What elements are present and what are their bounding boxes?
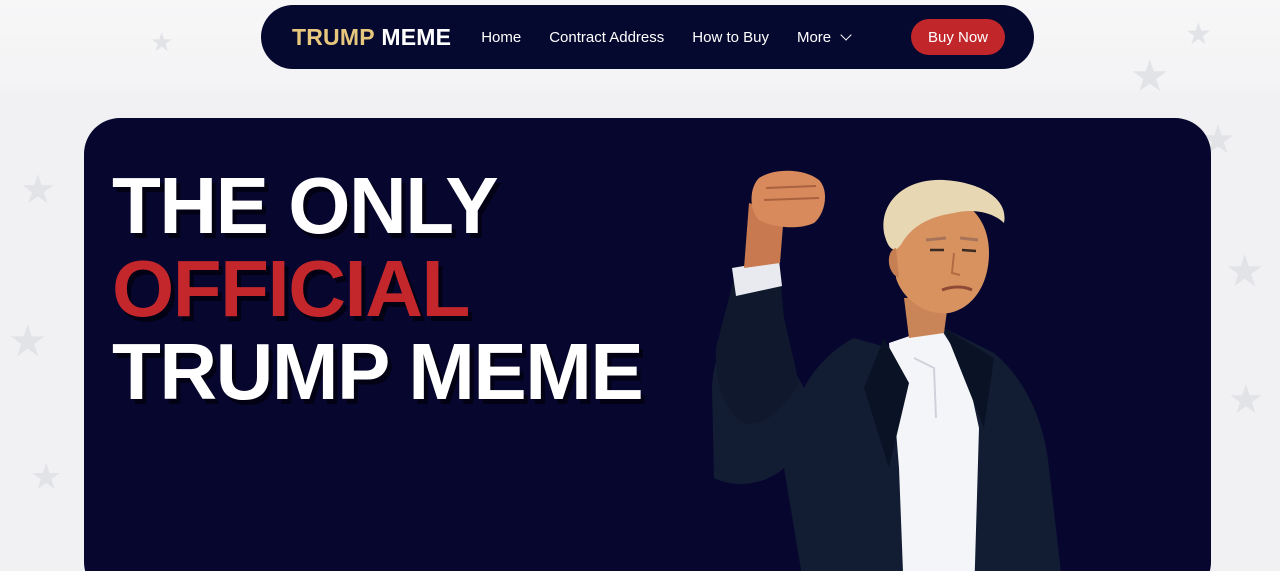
- top-navbar: TRUMP MEME Home Contract Address How to …: [261, 5, 1034, 69]
- headline-line-2: OFFICIAL: [112, 244, 470, 333]
- buy-now-button[interactable]: Buy Now: [911, 19, 1005, 55]
- nav-more-label: More: [796, 28, 832, 46]
- site-logo[interactable]: TRUMP MEME: [292, 24, 451, 51]
- nav-link-home[interactable]: Home: [481, 29, 521, 46]
- nav-more-dropdown[interactable]: More: [796, 28, 852, 46]
- logo-text-trump: TRUMP: [292, 23, 375, 50]
- hero-headline: THE ONLY OFFICIAL TRUMP MEME: [112, 161, 644, 416]
- nav-link-contract-address[interactable]: Contract Address: [549, 29, 664, 46]
- headline-line-3: TRUMP MEME: [112, 327, 644, 416]
- headline-line-1: THE ONLY: [112, 161, 499, 250]
- logo-text-meme: MEME: [381, 23, 452, 50]
- nav-link-how-to-buy[interactable]: How to Buy: [692, 29, 769, 46]
- trump-portrait-image: [712, 170, 1061, 571]
- hero-card: THE ONLY OFFICIAL TRUMP MEME: [84, 118, 1211, 571]
- chevron-down-icon: [840, 28, 852, 41]
